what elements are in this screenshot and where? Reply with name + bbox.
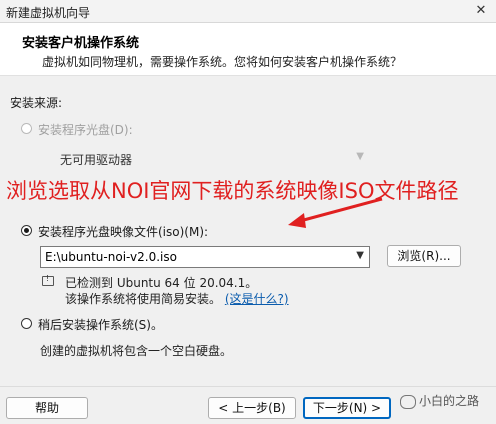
chevron-down-icon[interactable]: ▼ (356, 250, 364, 261)
back-button[interactable]: < 上一步(B) (208, 397, 296, 419)
browse-button[interactable]: 浏览(R)... (387, 245, 461, 267)
later-option-radio[interactable] (21, 318, 32, 329)
later-option-description: 创建的虚拟机将包含一个空白硬盘。 (40, 344, 233, 358)
wechat-logo-icon (400, 394, 416, 409)
iso-path-value: E:\ubuntu-noi-v2.0.iso (45, 250, 177, 264)
detected-os-text: 已检测到 Ubuntu 64 位 20.04.1。 (65, 276, 258, 290)
iso-option-label[interactable]: 安装程序光盘映像文件(iso)(M): (38, 223, 208, 240)
watermark-text: 小白的之路 (419, 394, 480, 408)
later-option-label[interactable]: 稍后安装操作系统(S)。 (38, 316, 163, 333)
iso-option-radio[interactable] (21, 225, 32, 236)
help-button[interactable]: 帮助 (6, 397, 88, 419)
watermark: 小白的之路 (400, 392, 479, 409)
what-is-this-link[interactable]: (这是什么?) (225, 292, 289, 306)
easy-install-text-line: 该操作系统将使用简易安装。 (这是什么?) (65, 290, 289, 307)
annotation-arrow-icon (288, 197, 383, 228)
info-message-icon (42, 274, 54, 286)
iso-path-combobox[interactable]: E:\ubuntu-noi-v2.0.iso ▼ (40, 246, 370, 268)
easy-install-text: 该操作系统将使用简易安装。 (65, 292, 222, 306)
next-button[interactable]: 下一步(N) > (303, 397, 391, 419)
